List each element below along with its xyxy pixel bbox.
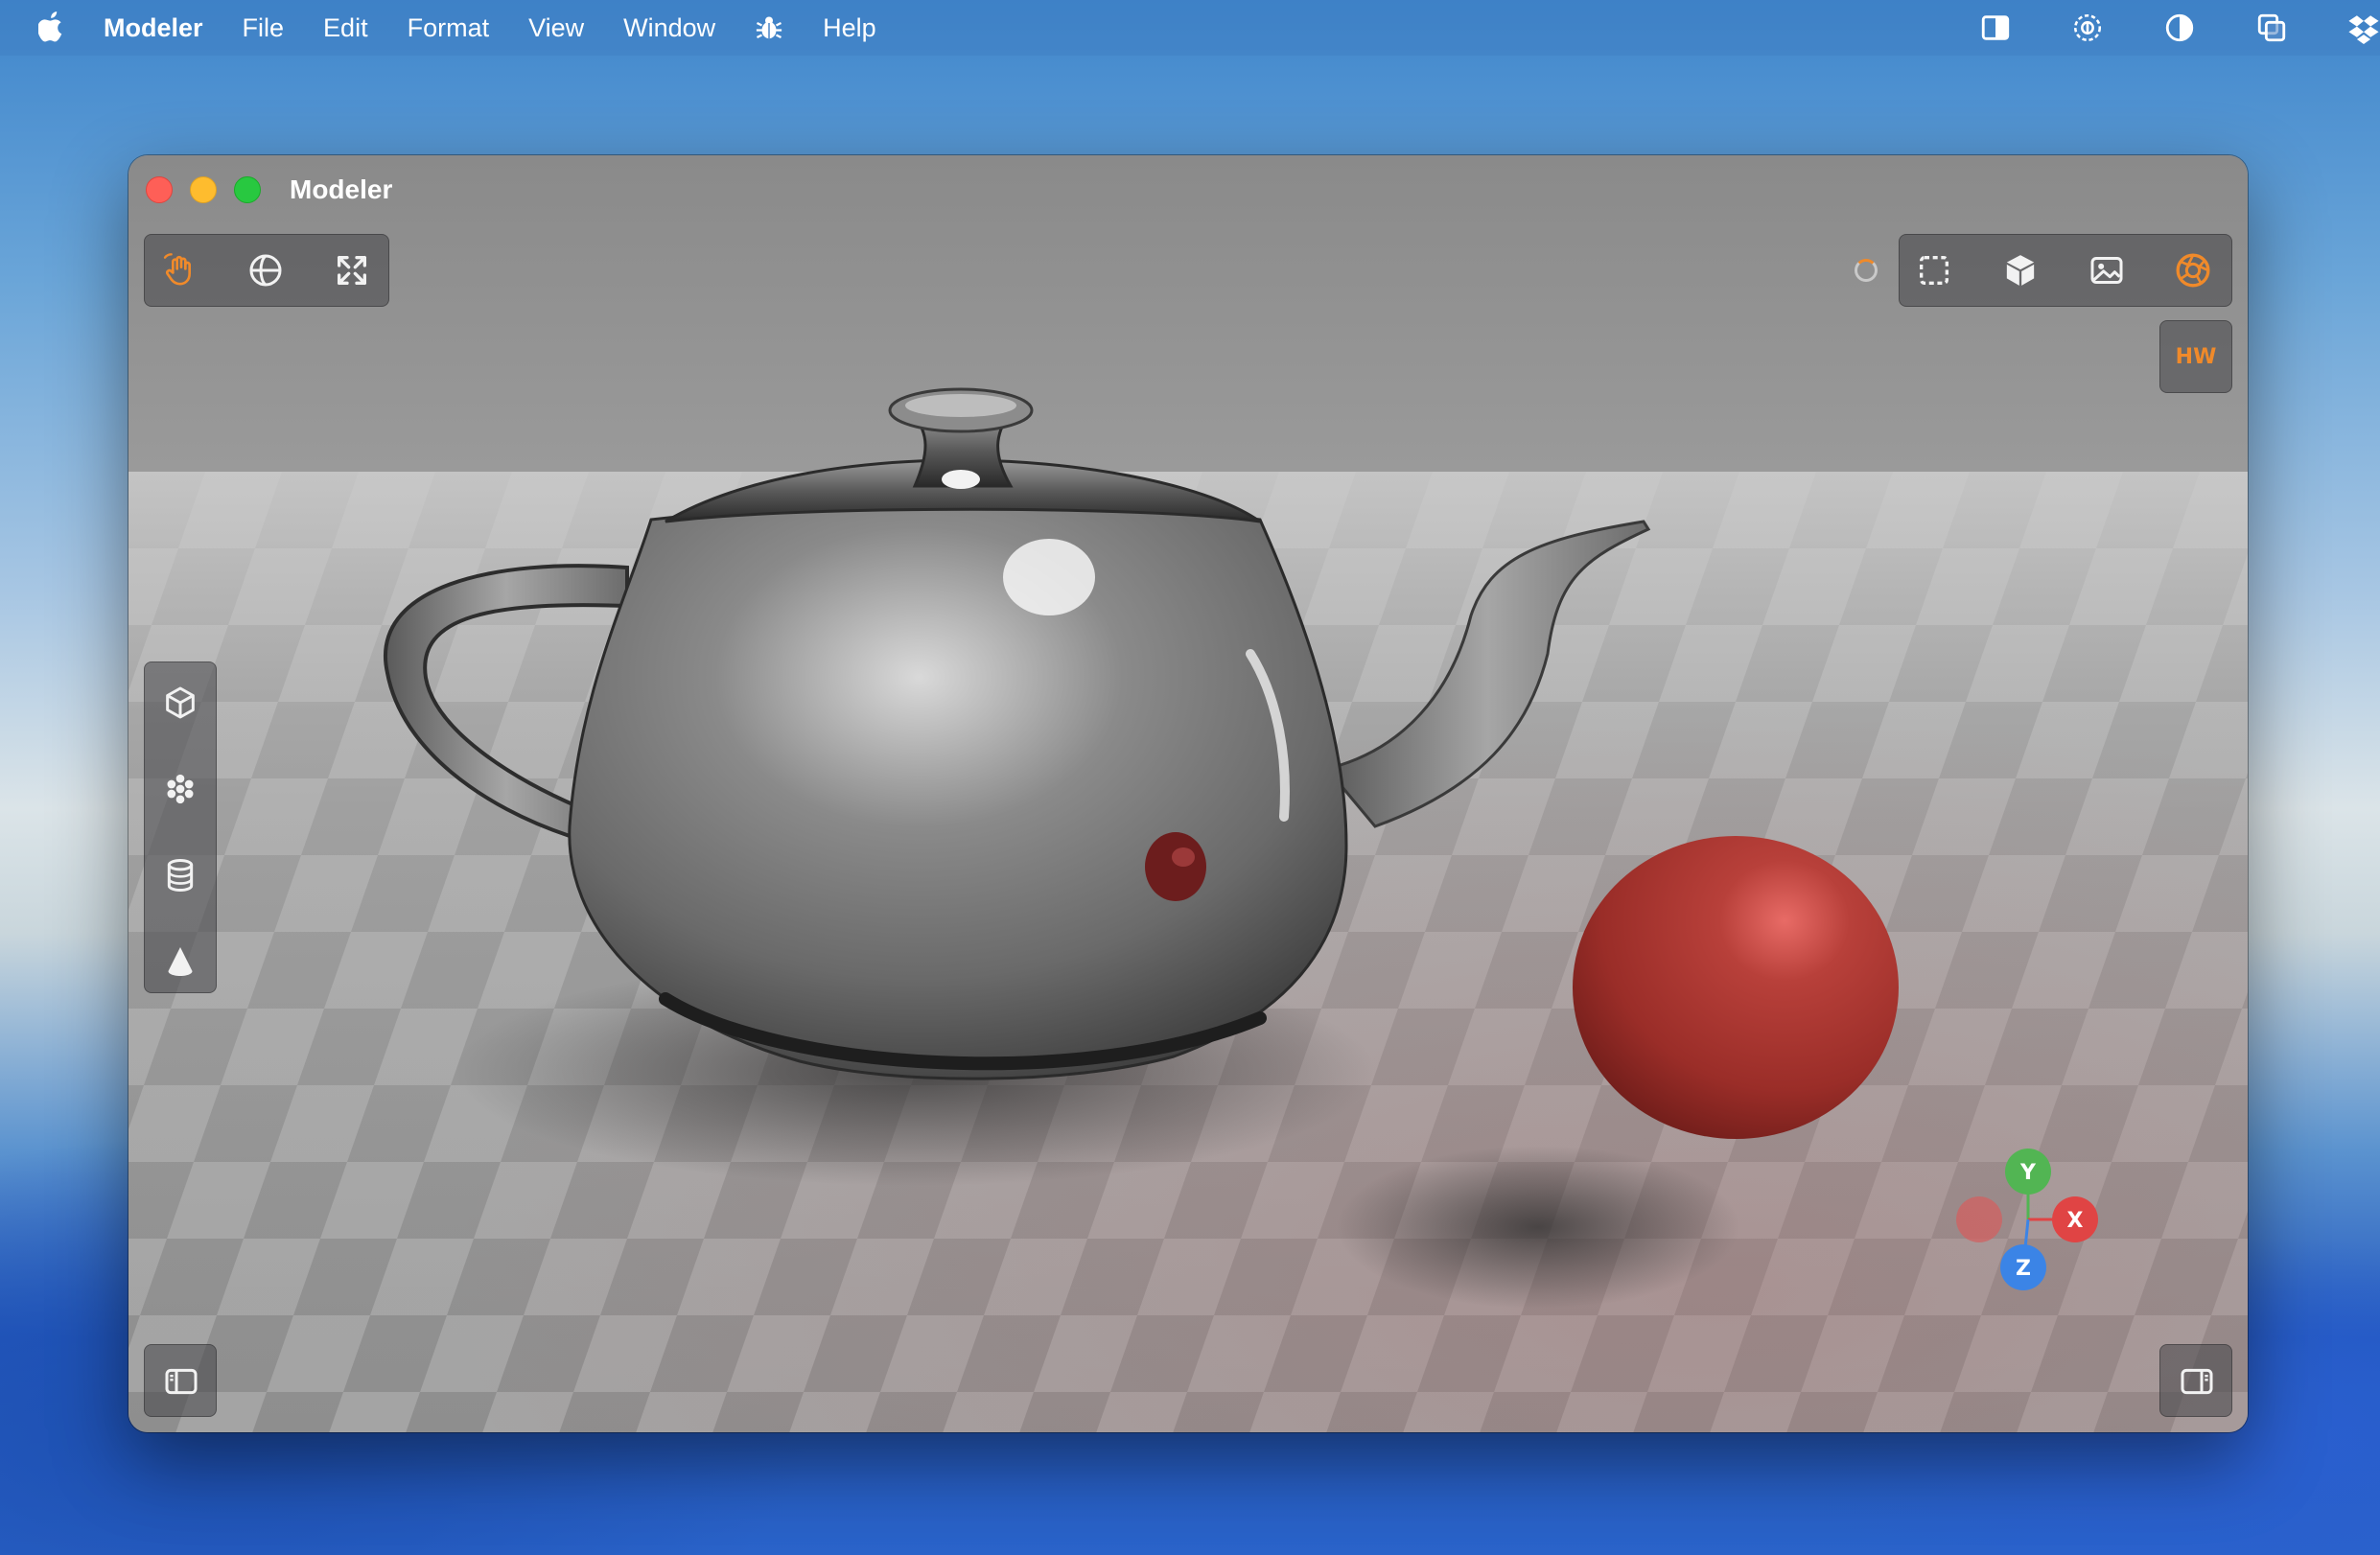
navigation-toolbar bbox=[144, 234, 389, 307]
modeler-window: Y X Z Modeler HW bbox=[128, 155, 2248, 1432]
cube-solid-icon bbox=[2006, 255, 2035, 286]
menu-edit[interactable]: Edit bbox=[323, 13, 368, 43]
image-icon bbox=[2090, 257, 2123, 284]
add-cube-button[interactable] bbox=[153, 676, 207, 730]
loading-spinner-icon bbox=[1855, 259, 1878, 282]
menu-bar: Modeler File Edit Format View Window Hel… bbox=[0, 0, 2380, 56]
menu-app-name[interactable]: Modeler bbox=[104, 13, 203, 43]
contrast-icon[interactable] bbox=[2163, 12, 2196, 44]
add-cylinder-button[interactable] bbox=[153, 848, 207, 902]
3d-viewport[interactable]: Y X Z bbox=[128, 155, 2248, 1432]
orbit-tool-button[interactable] bbox=[239, 244, 292, 297]
render-toolbar bbox=[1899, 234, 2232, 307]
menu-format[interactable]: Format bbox=[408, 13, 490, 43]
render-mode-label: HW bbox=[2175, 344, 2217, 369]
window-stack-icon[interactable] bbox=[2255, 12, 2288, 44]
marquee-select-icon bbox=[1920, 256, 1948, 285]
axis-neg-x-handle[interactable] bbox=[1956, 1196, 2002, 1242]
apple-menu-icon[interactable] bbox=[38, 12, 65, 42]
menu-view[interactable]: View bbox=[528, 13, 584, 43]
primitives-toolbar bbox=[144, 661, 217, 993]
window-title: Modeler bbox=[290, 174, 393, 204]
expand-fit-icon bbox=[338, 256, 366, 285]
aperture-icon bbox=[2176, 253, 2210, 288]
hand-pan-icon bbox=[163, 253, 191, 286]
axis-y-label: Y bbox=[2019, 1161, 2037, 1185]
camera-settings-button[interactable] bbox=[2166, 244, 2220, 297]
render-image-button[interactable] bbox=[2080, 244, 2134, 297]
marquee-select-button[interactable] bbox=[1907, 244, 1961, 297]
menu-help[interactable]: Help bbox=[823, 13, 876, 43]
axis-z-label: Z bbox=[2016, 1257, 2031, 1281]
hardware-render-button[interactable]: HW bbox=[2159, 320, 2232, 393]
add-particles-button[interactable] bbox=[153, 762, 207, 816]
left-panel-toggle-button[interactable] bbox=[144, 1344, 217, 1417]
title-bar: Modeler bbox=[128, 155, 2248, 222]
dynamic-island-icon[interactable] bbox=[2071, 12, 2104, 44]
sidebar-toggle-icon[interactable] bbox=[1979, 12, 2012, 44]
menu-window[interactable]: Window bbox=[623, 13, 715, 43]
cone-icon bbox=[168, 947, 193, 976]
minimize-button[interactable] bbox=[190, 176, 217, 203]
cube-outline-icon bbox=[166, 686, 195, 719]
solid-view-button[interactable] bbox=[1994, 244, 2047, 297]
menu-file[interactable]: File bbox=[243, 13, 285, 43]
right-panel-toggle-button[interactable] bbox=[2159, 1344, 2232, 1417]
close-button[interactable] bbox=[146, 176, 173, 203]
globe-orbit-icon bbox=[249, 254, 282, 287]
axis-x-label: X bbox=[2067, 1209, 2084, 1233]
red-sphere[interactable] bbox=[1573, 836, 1899, 1139]
sidebar-right-icon bbox=[2181, 1368, 2213, 1395]
cylinder-icon bbox=[167, 859, 194, 893]
add-cone-button[interactable] bbox=[153, 935, 207, 988]
zoom-button[interactable] bbox=[234, 176, 261, 203]
dropbox-icon[interactable] bbox=[2347, 12, 2380, 44]
sidebar-left-icon bbox=[165, 1368, 198, 1395]
particles-icon bbox=[167, 774, 194, 804]
pan-tool-button[interactable] bbox=[152, 244, 206, 297]
fit-view-button[interactable] bbox=[325, 244, 379, 297]
debug-bug-icon[interactable] bbox=[755, 13, 783, 42]
